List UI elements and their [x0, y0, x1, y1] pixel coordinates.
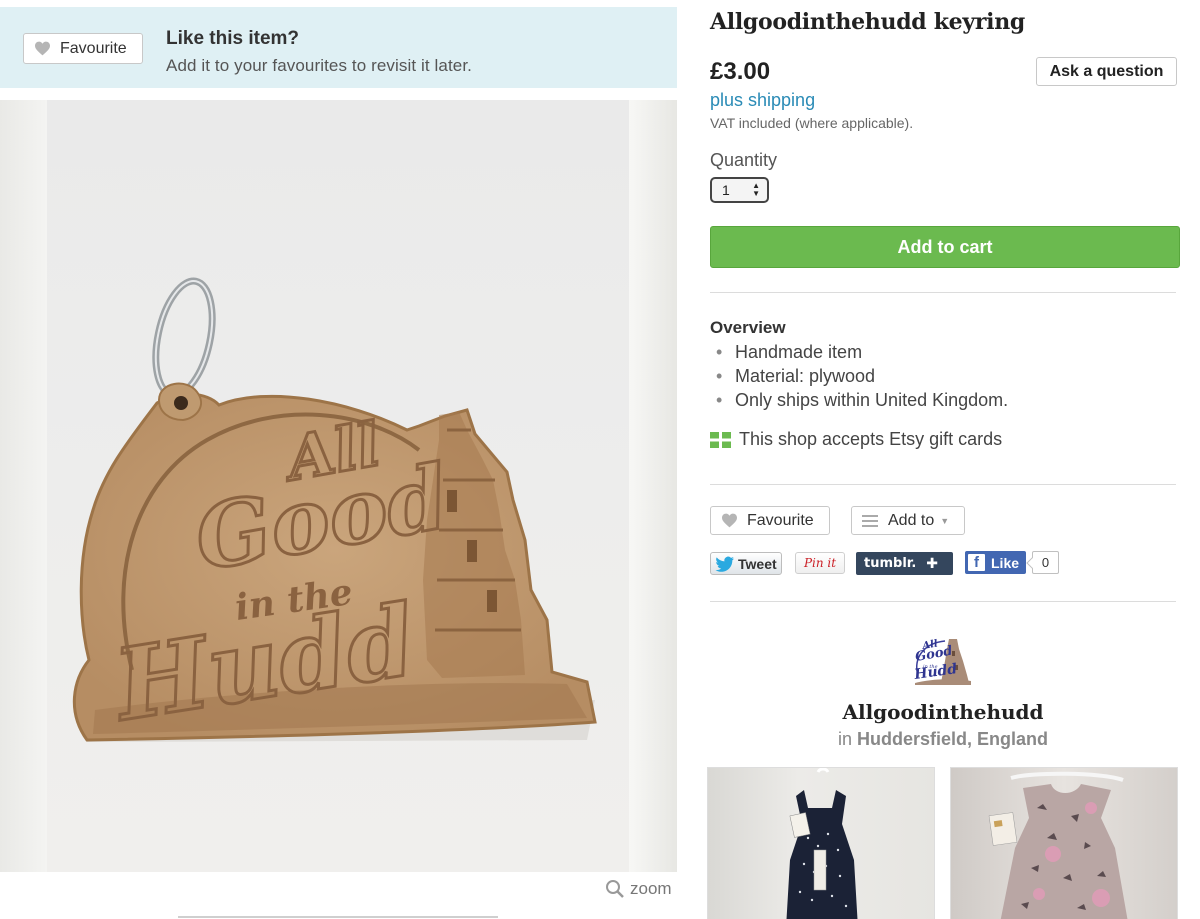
tweet-button[interactable]: Tweet: [710, 552, 782, 575]
like-count: 0: [1032, 551, 1059, 574]
facebook-icon: f: [968, 554, 985, 571]
facebook-like-button[interactable]: f Like: [965, 551, 1026, 574]
banner-title: Like this item?: [166, 28, 300, 49]
add-to-label: Add to: [888, 511, 935, 529]
divider: [710, 601, 1176, 602]
shipping-link[interactable]: plus shipping: [710, 90, 815, 111]
zoom-label: zoom: [630, 879, 672, 898]
ask-question-button[interactable]: Ask a question: [1036, 57, 1177, 86]
banner-favourite-label: Favourite: [60, 39, 127, 57]
twitter-bird-icon: [715, 556, 734, 572]
favourite-label: Favourite: [747, 511, 814, 529]
overview-item: • Only ships within United Kingdom.: [716, 390, 1009, 410]
quantity-label: Quantity: [710, 150, 778, 170]
favourite-button[interactable]: Favourite: [710, 506, 830, 535]
plus-icon: ✚: [926, 555, 939, 572]
product-image-frame[interactable]: All Good in the Hudd: [0, 100, 677, 872]
heart-icon: [35, 41, 50, 56]
add-to-cart-button[interactable]: Add to cart: [710, 226, 1180, 268]
product-image[interactable]: All Good in the Hudd: [47, 100, 629, 872]
vat-note: VAT included (where applicable).: [710, 115, 914, 131]
divider: [710, 484, 1176, 485]
overview-item: • Material: plywood: [716, 366, 876, 386]
shop-logo[interactable]: All Good in the Hudd: [911, 631, 973, 686]
zoom-link[interactable]: zoom: [605, 879, 672, 899]
banner-favourite-button[interactable]: Favourite: [23, 33, 143, 64]
dungarees-photo: [786, 768, 858, 919]
magnifier-icon: [606, 880, 624, 898]
dress-photo: [988, 771, 1128, 919]
listing-title: Allgoodinthehudd keyring: [710, 9, 1025, 35]
overview-list: • Handmade item • Material: plywood • Only …: [716, 340, 1008, 412]
gift-card-icon: [710, 431, 731, 448]
listing-price: £3.00: [710, 58, 771, 85]
keyring-illustration: All Good in the Hudd: [72, 277, 597, 746]
pin-it-button[interactable]: Pin it: [795, 552, 845, 574]
divider: [710, 292, 1176, 293]
shop-listing-thumbnail[interactable]: [707, 767, 935, 919]
like-label: Like: [991, 554, 1020, 571]
shop-location: in Huddersfield, England: [710, 729, 1176, 750]
add-to-list-button[interactable]: Add to ▼: [851, 506, 965, 535]
gift-card-note: This shop accepts Etsy gift cards: [710, 429, 1002, 450]
favourite-banner: Favourite Like this item? Add it to your…: [0, 7, 677, 88]
tumblr-label: tumblr.: [864, 556, 917, 571]
tweet-label: Tweet: [738, 555, 777, 572]
location-prefix: in: [837, 729, 852, 749]
select-arrows-icon: ▲ ▼: [752, 181, 760, 198]
list-icon: [862, 514, 878, 527]
tumblr-button[interactable]: tumblr. ✚: [856, 552, 953, 575]
gift-card-text: This shop accepts Etsy gift cards: [739, 429, 1003, 449]
caret-down-icon: ▼: [940, 515, 950, 526]
shop-listing-thumbnail[interactable]: [950, 767, 1178, 919]
banner-subtitle: Add it to your favourites to revisit it …: [166, 56, 473, 75]
quantity-select[interactable]: 1 ▲ ▼: [710, 177, 769, 203]
overview-title: Overview: [710, 318, 786, 337]
location-text: Huddersfield, England: [857, 729, 1049, 749]
shop-name[interactable]: Allgoodinthehudd: [710, 700, 1176, 724]
heart-icon: [722, 513, 737, 528]
overview-item: • Handmade item: [716, 342, 863, 362]
quantity-value: 1: [722, 182, 730, 198]
